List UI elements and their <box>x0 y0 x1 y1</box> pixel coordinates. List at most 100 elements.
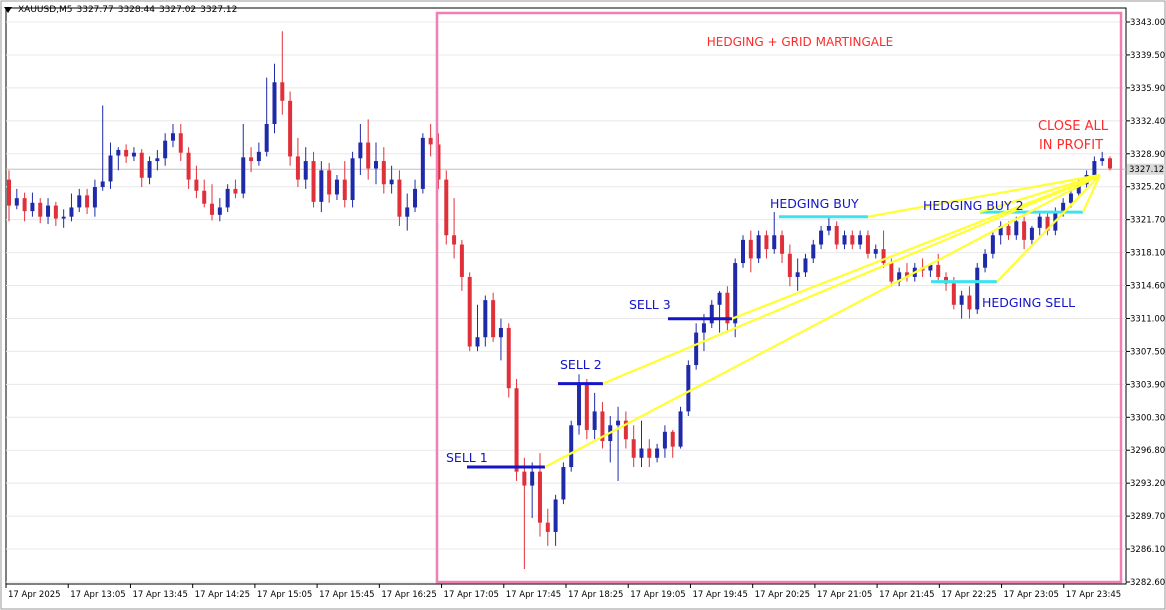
candle-body <box>100 181 105 188</box>
x-tick-label: 17 Apr 19:45 <box>692 590 747 600</box>
y-tick-label: 3328.90 <box>1130 150 1165 160</box>
candle-body <box>772 235 777 250</box>
price-axis: 3343.00 3339.50 3335.90 3332.40 3328.90 3325.… <box>1126 18 1165 588</box>
x-tick-label: 17 Apr 20:25 <box>755 590 810 600</box>
candle-body <box>420 137 425 189</box>
candle-body <box>483 300 488 338</box>
price-chart[interactable]: 3343.00 3339.50 3335.90 3332.40 3328.90 3325.… <box>0 0 1166 610</box>
candle-body <box>936 264 941 277</box>
candle-body <box>1068 193 1073 203</box>
candle-body <box>545 522 550 532</box>
candle-body <box>155 158 160 162</box>
candle-body <box>303 161 308 180</box>
candle-body <box>288 100 293 157</box>
candle-body <box>522 471 527 486</box>
candle-body <box>131 152 136 157</box>
candle-body <box>108 155 113 182</box>
candle-body <box>975 267 980 310</box>
candle-body <box>170 133 175 141</box>
x-tick-label: 17 Apr 15:05 <box>257 590 312 600</box>
candle-body <box>413 188 418 208</box>
x-tick-label: 17 Apr 2025 <box>8 590 61 600</box>
candle-body <box>616 420 621 426</box>
candle-body <box>467 276 472 347</box>
candle-body <box>514 388 519 472</box>
candle-body <box>1108 158 1112 169</box>
candle-body <box>865 235 870 254</box>
x-tick-label: 17 Apr 22:25 <box>941 590 996 600</box>
candle-body <box>69 207 74 217</box>
x-tick-label: 17 Apr 17:45 <box>506 590 561 600</box>
hedging-buy-label: HEDGING BUY <box>770 196 859 211</box>
candle-body <box>381 161 386 185</box>
current-price-value: 3327.12 <box>1129 165 1164 175</box>
candle-body <box>592 411 597 430</box>
candle-body <box>428 137 433 145</box>
candle-body <box>764 235 769 250</box>
x-tick-label: 17 Apr 14:25 <box>195 590 250 600</box>
sell2-label: SELL 2 <box>560 357 602 372</box>
sell3-label: SELL 3 <box>629 297 671 312</box>
x-tick-label: 17 Apr 21:05 <box>817 590 872 600</box>
x-tick-label: 17 Apr 15:45 <box>319 590 374 600</box>
candle-body <box>233 188 238 194</box>
candle-body <box>225 188 230 208</box>
candle-body <box>358 142 363 159</box>
x-tick-label: 17 Apr 23:45 <box>1066 590 1121 600</box>
candle-body <box>834 225 839 245</box>
candle-body <box>850 235 855 245</box>
in-profit-label: IN PROFIT <box>1039 138 1103 153</box>
hedging-buy2-label: HEDGING BUY 2 <box>923 198 1024 213</box>
y-tick-label: 3282.60 <box>1130 578 1165 588</box>
candle-body <box>374 161 378 169</box>
candle-body <box>22 198 27 212</box>
candle-body <box>537 471 542 523</box>
candle-body <box>795 272 800 277</box>
candle-body <box>319 170 324 202</box>
candle-body <box>30 202 35 212</box>
y-tick-label: 3314.60 <box>1130 282 1165 292</box>
candle-body <box>717 292 722 305</box>
current-price-tag: 3327.12 <box>1127 163 1165 175</box>
candle-body <box>553 499 558 532</box>
candle-body <box>124 149 129 157</box>
candle-body <box>350 158 355 201</box>
candle-body <box>147 161 152 178</box>
x-tick-label: 17 Apr 21:45 <box>879 590 934 600</box>
candle-body <box>256 151 261 162</box>
candle-body <box>655 448 660 458</box>
y-tick-label: 3339.50 <box>1130 51 1165 61</box>
candle-body <box>1022 221 1027 240</box>
candle-body <box>842 235 847 245</box>
candle-body <box>741 239 745 264</box>
candle-body <box>53 205 58 219</box>
y-tick-label: 3303.90 <box>1130 380 1165 390</box>
grid-lines <box>6 21 1126 583</box>
x-tick-label: 17 Apr 16:25 <box>381 590 436 600</box>
candle-body <box>295 156 300 180</box>
candle-body <box>366 142 371 169</box>
candle-body <box>561 467 566 500</box>
candle-body <box>7 179 11 206</box>
candle-body <box>959 295 964 305</box>
candle-body <box>327 170 332 195</box>
candle-body <box>38 202 43 217</box>
candle-body <box>241 157 246 194</box>
candle-body <box>210 203 215 215</box>
candle-body <box>1037 216 1042 228</box>
candle-body <box>530 471 535 486</box>
candle-body <box>678 411 683 447</box>
candle-body <box>1029 227 1034 240</box>
candle-body <box>475 337 480 347</box>
candle-body <box>444 179 449 236</box>
x-tick-label: 17 Apr 19:05 <box>630 590 685 600</box>
candle-body <box>701 323 706 333</box>
candle-body <box>748 239 753 259</box>
candle-body <box>334 179 339 195</box>
candle-body <box>1014 221 1019 236</box>
y-tick-label: 3289.70 <box>1130 512 1165 522</box>
annotation-labels: HEDGING + GRID MARTINGALE CLOSE ALL IN P… <box>446 35 1109 465</box>
candle-body <box>249 157 254 162</box>
sell1-connector <box>544 174 1101 469</box>
y-tick-label: 3325.20 <box>1130 183 1165 193</box>
